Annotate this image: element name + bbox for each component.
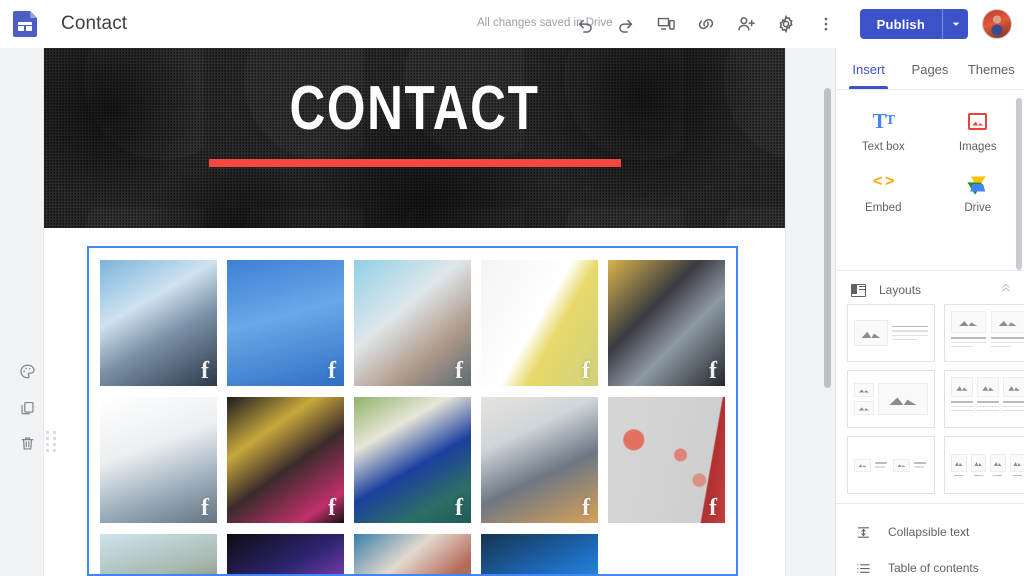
panel-divider: [836, 270, 1024, 271]
collapsible-text-icon: [855, 524, 872, 541]
layout-two-small-one-large-image[interactable]: [847, 370, 935, 428]
layout-three-images-with-text[interactable]: [944, 370, 1024, 428]
site-page: CONTACT f f f f f f f f f f: [44, 48, 785, 576]
facebook-watermark-icon: f: [328, 495, 336, 521]
facebook-watermark-icon: f: [328, 358, 336, 384]
tab-themes[interactable]: Themes: [961, 48, 1022, 89]
list-item[interactable]: f: [227, 534, 344, 574]
insert-drive-label: Drive: [964, 202, 992, 214]
page-canvas-area: CONTACT f f f f f f f f f f: [0, 48, 835, 576]
list-item[interactable]: f: [481, 397, 598, 523]
table-of-contents-label: Table of contents: [888, 561, 979, 575]
layout-image-left-text-right[interactable]: [847, 304, 935, 362]
share-add-person-icon[interactable]: [728, 6, 764, 42]
facebook-watermark-icon: f: [709, 358, 717, 384]
insert-collapsible-text-button[interactable]: Collapsible text: [836, 514, 1024, 550]
preview-icon[interactable]: [648, 6, 684, 42]
embed-code-icon: < >: [873, 173, 894, 190]
publish-button-group[interactable]: Publish: [859, 9, 968, 39]
page-title[interactable]: Contact: [61, 13, 127, 35]
copy-link-icon[interactable]: [688, 6, 724, 42]
avatar[interactable]: [982, 9, 1012, 39]
insert-images-button[interactable]: Images: [931, 106, 1024, 157]
facebook-watermark-icon: f: [709, 495, 717, 521]
canvas-scrollbar[interactable]: [824, 88, 831, 388]
layouts-header: Layouts: [836, 279, 1024, 301]
section-drag-handle[interactable]: [46, 431, 57, 453]
insert-drive-button[interactable]: Drive: [931, 167, 1024, 218]
section-toolstrip: [11, 358, 43, 456]
duplicate-icon[interactable]: [14, 394, 40, 420]
more-options-icon[interactable]: [808, 6, 844, 42]
layout-thumbnails: [847, 304, 1024, 494]
insert-tiles: TT Text box Images < > Embed Drive: [836, 96, 1024, 234]
insert-text-box-label: Text box: [861, 141, 905, 153]
list-item[interactable]: f: [100, 260, 217, 386]
list-item[interactable]: f: [354, 260, 471, 386]
insert-images-label: Images: [958, 141, 997, 153]
list-item: [608, 534, 725, 574]
page-banner[interactable]: CONTACT: [44, 48, 785, 228]
insert-embed-label: Embed: [865, 202, 902, 214]
insert-embed-button[interactable]: < > Embed: [836, 167, 931, 218]
list-item[interactable]: f: [354, 534, 471, 574]
google-drive-icon: [964, 169, 990, 195]
insert-table-of-contents-button[interactable]: Table of contents: [836, 550, 1024, 576]
embed-social-grid-block[interactable]: f f f f f f f f f f: [87, 246, 738, 576]
top-app-bar: Contact All changes saved in Drive Publi…: [0, 0, 1024, 48]
layouts-grid-icon: [851, 283, 866, 297]
insert-side-panel: Insert Pages Themes TT Text box Images <…: [835, 48, 1024, 576]
layout-two-image-text-pairs[interactable]: [847, 436, 935, 494]
collapsible-text-label: Collapsible text: [888, 525, 970, 539]
insert-text-box-button[interactable]: TT Text box: [836, 106, 931, 157]
toolbar-actions: Publish: [568, 0, 1024, 48]
layout-two-images-with-text[interactable]: [944, 304, 1024, 362]
theme-palette-icon[interactable]: [14, 358, 40, 384]
list-item[interactable]: f: [100, 397, 217, 523]
google-sites-doc-icon[interactable]: [13, 11, 37, 37]
delete-icon[interactable]: [14, 430, 40, 456]
list-item[interactable]: f: [100, 534, 217, 574]
tab-insert[interactable]: Insert: [838, 48, 899, 89]
facebook-watermark-icon: f: [582, 358, 590, 384]
undo-icon[interactable]: [568, 6, 604, 42]
text-box-icon: TT: [872, 108, 895, 133]
table-of-contents-icon: [855, 560, 872, 576]
chevron-collapse-icon[interactable]: [1000, 282, 1012, 297]
facebook-watermark-icon: f: [201, 358, 209, 384]
redo-icon[interactable]: [608, 6, 644, 42]
layout-four-images-row[interactable]: [944, 436, 1024, 494]
images-icon: [968, 110, 988, 132]
settings-gear-icon[interactable]: [768, 6, 804, 42]
list-item[interactable]: f: [481, 260, 598, 386]
list-item[interactable]: f: [481, 534, 598, 574]
editor-body: CONTACT f f f f f f f f f f Insert Pages…: [0, 48, 1024, 576]
list-item[interactable]: f: [354, 397, 471, 523]
panel-divider: [836, 89, 1024, 90]
panel-divider: [836, 503, 1024, 504]
tab-pages[interactable]: Pages: [899, 48, 960, 89]
facebook-watermark-icon: f: [455, 358, 463, 384]
list-item[interactable]: f: [227, 397, 344, 523]
layouts-label: Layouts: [879, 283, 922, 297]
publish-dropdown-arrow-icon[interactable]: [942, 9, 968, 39]
content-block-list: Collapsible text Table of contents: [836, 514, 1024, 576]
banner-title[interactable]: CONTACT: [118, 78, 711, 140]
list-item[interactable]: f: [608, 260, 725, 386]
list-item[interactable]: f: [227, 260, 344, 386]
facebook-watermark-icon: f: [201, 495, 209, 521]
banner-underline-rule: [209, 159, 621, 167]
social-image-grid: f f f f f f f f f f: [100, 260, 725, 574]
panel-tabs: Insert Pages Themes: [836, 48, 1024, 89]
facebook-watermark-icon: f: [455, 495, 463, 521]
panel-scrollbar[interactable]: [1016, 98, 1022, 270]
list-item[interactable]: f: [608, 397, 725, 523]
publish-button[interactable]: Publish: [859, 9, 942, 39]
facebook-watermark-icon: f: [582, 495, 590, 521]
